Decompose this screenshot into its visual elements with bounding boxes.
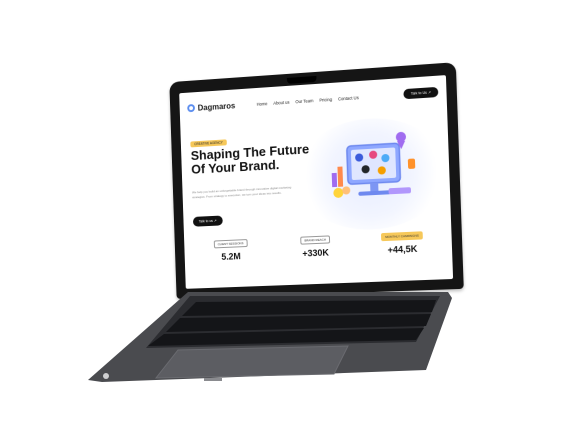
camera-notch: [286, 75, 317, 84]
hero-illustration: [331, 131, 416, 199]
nav-item-contact-us[interactable]: Contact Us: [338, 95, 359, 101]
stat-value: 5.2M: [221, 251, 241, 262]
stat-item: MONTHLY CAMPAIGNS +44,5K: [363, 230, 442, 274]
nav-menu: Home About us Our Team Pricing Contact U…: [256, 95, 358, 107]
bar-chart-icon: [331, 172, 338, 188]
navbar: Dagmaros Home About us Our Team Pricing …: [187, 84, 439, 116]
nav-item-home[interactable]: Home: [256, 101, 267, 107]
stat-label: BRAND REACH: [300, 235, 331, 245]
nav-item-about-us[interactable]: About us: [273, 99, 289, 105]
stat-label: CLIENT SESSIONS: [213, 239, 248, 249]
nav-item-pricing[interactable]: Pricing: [319, 96, 332, 102]
logo-icon: [187, 103, 196, 113]
nav-item-our-team[interactable]: Our Team: [295, 98, 313, 104]
hero-text: We help you build an unforgettable brand…: [191, 185, 292, 199]
trackpad: [154, 345, 349, 379]
laptop-base: [88, 292, 452, 382]
brand-logo[interactable]: Dagmaros: [187, 101, 235, 113]
hero-talk-button[interactable]: Talk to us ↗: [192, 215, 223, 227]
cup-icon: [407, 158, 416, 170]
brand-name: Dagmaros: [197, 100, 236, 113]
talk-to-us-button[interactable]: Talk to Us ↗: [403, 86, 439, 100]
laptop-screen-bezel: Dagmaros Home About us Our Team Pricing …: [169, 62, 464, 299]
stats-row: CLIENT SESSIONS 5.2M BRAND REACH +330K M…: [194, 230, 443, 280]
stat-value: +330K: [302, 247, 330, 259]
location-pin-icon: [395, 131, 407, 143]
stat-item: BRAND REACH +330K: [277, 234, 354, 277]
keyboard: [148, 300, 436, 346]
display: Dagmaros Home About us Our Team Pricing …: [179, 75, 454, 289]
stat-item: CLIENT SESSIONS 5.2M: [194, 238, 269, 280]
keyboard-icon: [388, 187, 412, 195]
stat-value: +44,5K: [387, 243, 418, 256]
coin-icon: [333, 187, 344, 199]
charging-port: [204, 378, 222, 381]
stat-label: MONTHLY CAMPAIGNS: [381, 231, 424, 242]
power-button-icon: [103, 373, 109, 379]
